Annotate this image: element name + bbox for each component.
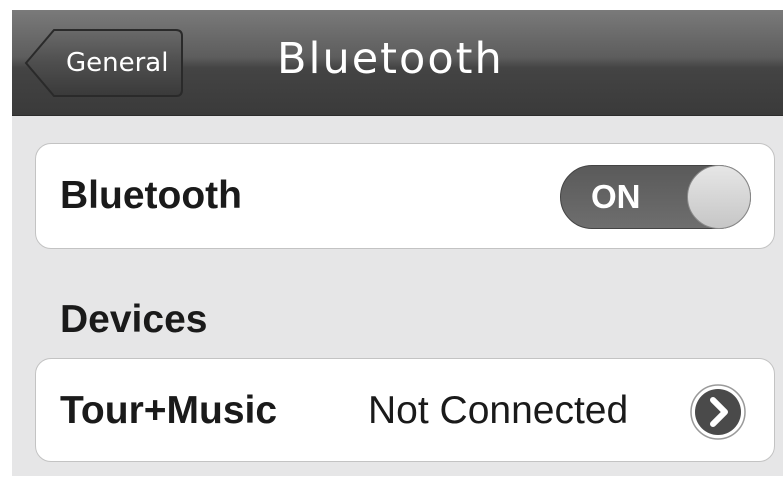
page-title: Bluetooth	[277, 34, 504, 84]
switch-knob[interactable]	[687, 165, 751, 229]
back-button-label: General	[66, 48, 169, 78]
device-name: Tour+Music	[60, 389, 278, 432]
bluetooth-label: Bluetooth	[60, 174, 242, 217]
back-button-general[interactable]: General	[24, 28, 184, 98]
chevron-right-circle-icon[interactable]	[689, 383, 747, 441]
bluetooth-settings-screen: General Bluetooth Bluetooth ON Devices T…	[12, 10, 783, 476]
device-status: Not Connected	[368, 389, 629, 432]
bluetooth-toggle-cell: Bluetooth ON	[35, 143, 775, 249]
navigation-bar: General Bluetooth	[12, 10, 783, 116]
device-row[interactable]: Tour+Music Not Connected	[35, 358, 775, 462]
bluetooth-switch[interactable]: ON	[560, 165, 751, 229]
switch-on-label: ON	[591, 178, 641, 215]
devices-section-header: Devices	[60, 298, 208, 341]
